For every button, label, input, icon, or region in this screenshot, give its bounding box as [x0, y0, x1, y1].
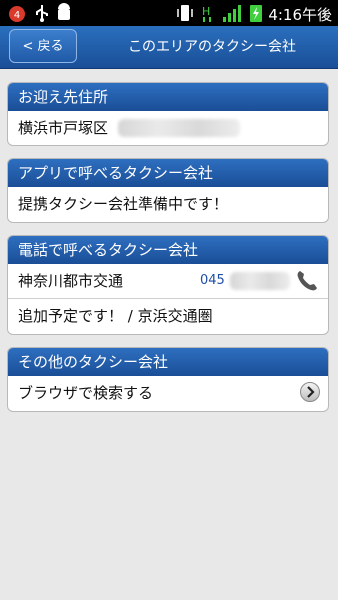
redacted-phone-blur	[230, 272, 290, 290]
app-taxi-card: アプリで呼べるタクシー会社 提携タクシー会社準備中です！	[7, 158, 329, 223]
svg-text:H: H	[202, 5, 210, 18]
page-title: このエリアのタクシー会社	[128, 39, 296, 55]
app-taxi-message: 提携タクシー会社準備中です！	[18, 195, 229, 213]
battery-charging-icon	[250, 5, 262, 22]
header-bar: < 戻る このエリアのタクシー会社	[0, 26, 338, 69]
pickup-address-header: お迎え先住所	[8, 83, 328, 111]
other-taxi-card: その他のタクシー会社 ブラウザで検索する	[7, 347, 329, 412]
hsdpa-data-icon: H	[202, 5, 211, 22]
browser-search-row[interactable]: ブラウザで検索する	[8, 376, 328, 410]
pickup-address-text: 横浜市戸塚区	[18, 119, 109, 137]
clock: 4:16午後	[268, 6, 332, 24]
phone-taxi-company-row[interactable]: 神奈川都市交通 045	[8, 264, 328, 298]
vibrate-icon	[177, 5, 193, 21]
back-button[interactable]: < 戻る	[9, 29, 77, 63]
phone-taxi-card: 電話で呼べるタクシー会社 神奈川都市交通 045 追加予定です！ / 京浜交通圏	[7, 235, 329, 335]
browser-search-label: ブラウザで検索する	[18, 384, 154, 402]
redacted-address-blur	[118, 119, 240, 137]
svg-text:4: 4	[14, 10, 20, 21]
phone-taxi-note: 追加予定です！ / 京浜交通圏	[8, 298, 328, 333]
pickup-address-card: お迎え先住所 横浜市戸塚区	[7, 82, 329, 146]
phone-icon[interactable]	[294, 268, 320, 294]
phone-taxi-company-name: 神奈川都市交通	[18, 272, 124, 290]
other-taxi-header: その他のタクシー会社	[8, 348, 328, 376]
status-bar: 4 H 4:16午後	[0, 0, 338, 26]
app-taxi-header: アプリで呼べるタクシー会社	[8, 159, 328, 187]
phone-taxi-header: 電話で呼べるタクシー会社	[8, 236, 328, 264]
usb-icon	[36, 5, 48, 22]
phone-number[interactable]: 045	[200, 264, 225, 298]
notification-badge-icon: 4	[9, 6, 25, 22]
android-debug-icon	[58, 3, 70, 20]
signal-strength-icon	[223, 5, 241, 22]
pickup-address-row[interactable]: 横浜市戸塚区	[8, 111, 328, 145]
chevron-right-icon[interactable]	[300, 382, 320, 402]
